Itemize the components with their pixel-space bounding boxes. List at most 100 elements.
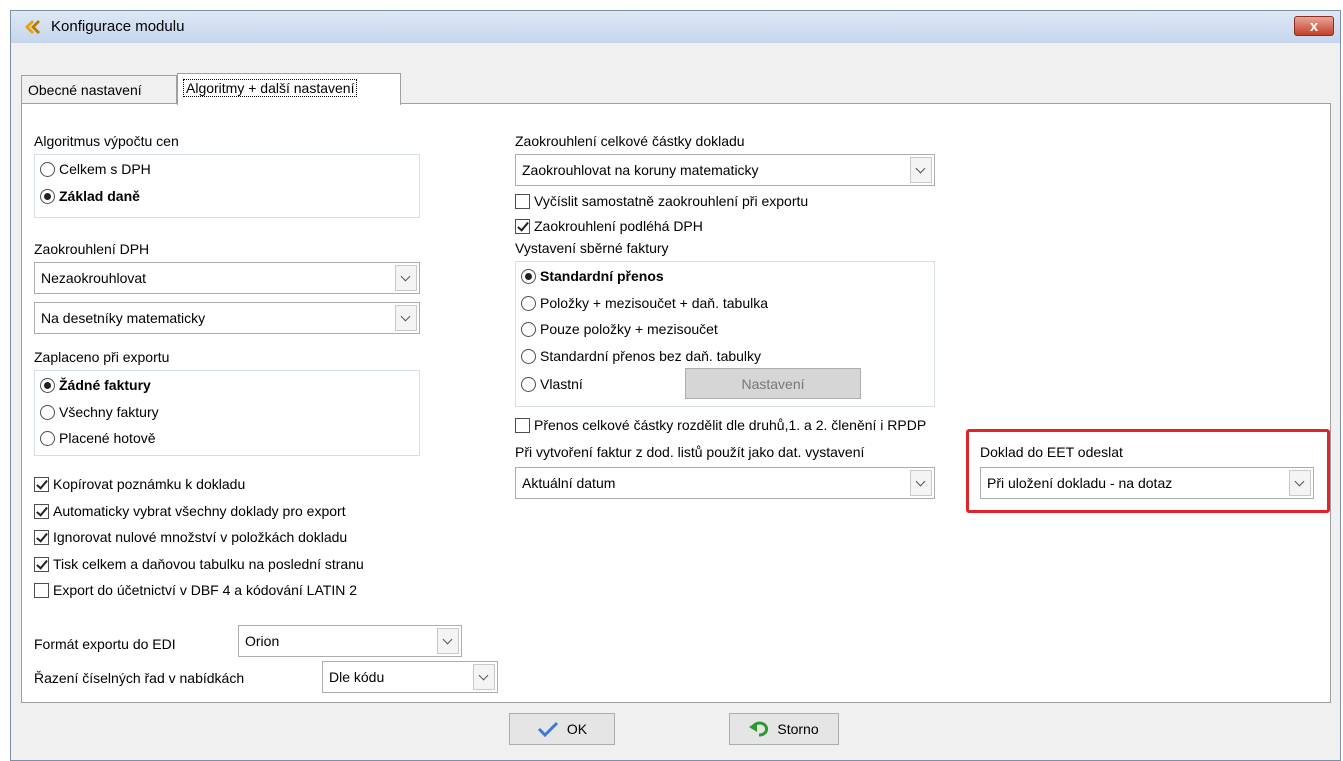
check-rounding-vat[interactable]: Zaokrouhlení podléhá DPH [515, 218, 703, 234]
select-value: Dle kódu [329, 669, 385, 685]
select-value: Zaokrouhlovat na koruny matematicky [522, 162, 759, 178]
total-rounding-label: Zaokrouhlení celkové částky dokladu [515, 133, 745, 149]
vat-rounding-label: Zaokrouhlení DPH [34, 241, 150, 257]
chevron-down-icon[interactable] [910, 470, 932, 496]
total-rounding-select[interactable]: Zaokrouhlovat na koruny matematicky [515, 154, 935, 186]
radio-label: Vlastní [540, 376, 583, 392]
window-title: Konfigurace modulu [51, 18, 185, 35]
radio-standard-transfer[interactable]: Standardní přenos [521, 268, 664, 284]
checkbox[interactable] [34, 582, 49, 598]
tab-panel: Algoritmus výpočtu cen Celkem s DPH Zákl… [21, 103, 1331, 703]
chevron-down-icon[interactable] [473, 664, 495, 690]
radio-label: Pouze položky + mezisoučet [540, 321, 718, 337]
radio-label: Standardní přenos [540, 268, 664, 284]
ok-button[interactable]: OK [509, 713, 615, 745]
radio-standard-no-tax[interactable]: Standardní přenos bez daň. tabulky [521, 348, 761, 364]
checkmark-icon [537, 721, 558, 738]
radio-items-subtotal[interactable]: Pouze položky + mezisoučet [521, 321, 718, 337]
check-split-transfer[interactable]: Přenos celkové částky rozdělit dle druhů… [515, 417, 926, 433]
checkbox[interactable] [34, 529, 49, 545]
vat-rounding-precision-select[interactable]: Na desetníky matematicky [34, 302, 420, 334]
radio-price-with-vat[interactable]: Celkem s DPH [40, 161, 151, 177]
check-export-dbf[interactable]: Export do účetnictví v DBF 4 a kódování … [34, 582, 357, 598]
title-bar: Konfigurace modulu x [11, 11, 1340, 43]
radio-label: Položky + mezisoučet + daň. tabulka [540, 295, 769, 311]
radio-label: Základ daně [59, 188, 140, 204]
radio-price-tax-base[interactable]: Základ daně [40, 188, 140, 204]
radio-all-invoices[interactable]: Všechny faktury [40, 404, 159, 420]
tab-algorithms[interactable]: Algoritmy + další nastavení [177, 73, 401, 105]
checkbox[interactable] [34, 556, 49, 572]
radio-items-subtotal-tax[interactable]: Položky + mezisoučet + daň. tabulka [521, 295, 768, 311]
checkbox-label: Vyčíslit samostatně zaokrouhlení při exp… [534, 193, 809, 209]
paid-on-export-group: Žádné faktury Všechny faktury Placené ho… [34, 370, 420, 456]
price-algorithm-label: Algoritmus výpočtu cen [34, 133, 179, 149]
checkbox-label: Export do účetnictví v DBF 4 a kódování … [53, 582, 357, 598]
checkbox-label: Zaokrouhlení podléhá DPH [534, 218, 703, 234]
chevron-down-icon[interactable] [910, 157, 932, 183]
radio-button[interactable] [40, 161, 55, 177]
radio-label: Placené hotově [59, 430, 156, 446]
collective-invoice-group: Standardní přenos Položky + mezisoučet +… [515, 261, 935, 407]
checkbox[interactable] [515, 193, 530, 209]
select-value: Na desetníky matematicky [41, 310, 206, 326]
checkbox[interactable] [34, 503, 49, 519]
tab-label: Algoritmy + další nastavení [182, 79, 358, 97]
radio-label: Všechny faktury [59, 404, 159, 420]
close-button[interactable]: x [1294, 16, 1334, 36]
cancel-button[interactable]: Storno [729, 713, 839, 745]
vat-rounding-select[interactable]: Nezaokrouhlovat [34, 262, 420, 294]
select-value: Orion [245, 633, 280, 649]
radio-paid-cash[interactable]: Placené hotově [40, 430, 156, 446]
paid-on-export-label: Zaplaceno při exportu [34, 349, 170, 365]
radio-label: Žádné faktury [59, 377, 151, 393]
radio-button[interactable] [40, 430, 55, 446]
radio-button[interactable] [40, 377, 55, 393]
check-rounding-separate[interactable]: Vyčíslit samostatně zaokrouhlení při exp… [515, 193, 808, 209]
checkbox-label: Tisk celkem a daňovou tabulku na posledn… [53, 556, 364, 572]
radio-button[interactable] [40, 188, 55, 204]
checkbox-label: Kopírovat poznámku k dokladu [53, 476, 246, 492]
checkbox[interactable] [515, 218, 530, 234]
delivery-date-label: Při vytvoření faktur z dod. listů použít… [515, 444, 865, 460]
chevron-down-icon[interactable] [1289, 470, 1311, 496]
checkbox-label: Automaticky vybrat všechny doklady pro e… [53, 503, 346, 519]
checkbox-label: Ignorovat nulové množství v položkách do… [53, 529, 348, 545]
collective-invoice-label: Vystavení sběrné faktury [515, 240, 669, 256]
radio-button[interactable] [40, 404, 55, 420]
check-print-total[interactable]: Tisk celkem a daňovou tabulku na posledn… [34, 556, 364, 572]
series-order-label: Řazení číselných řad v nabídkách [34, 670, 245, 686]
delivery-date-select[interactable]: Aktuální datum [515, 467, 935, 499]
select-value: Při uložení dokladu - na dotaz [987, 475, 1173, 491]
radio-button[interactable] [521, 295, 536, 311]
radio-button[interactable] [521, 376, 536, 392]
cancel-label: Storno [777, 721, 819, 737]
check-copy-note[interactable]: Kopírovat poznámku k dokladu [34, 476, 245, 492]
chevron-down-icon[interactable] [395, 305, 417, 331]
check-auto-select[interactable]: Automaticky vybrat všechny doklady pro e… [34, 503, 346, 519]
radio-button[interactable] [521, 348, 536, 364]
eet-send-select[interactable]: Při uložení dokladu - na dotaz [980, 467, 1314, 499]
settings-button[interactable]: Nastavení [685, 368, 861, 399]
ok-label: OK [566, 721, 588, 737]
check-ignore-zero[interactable]: Ignorovat nulové množství v položkách do… [34, 529, 347, 545]
radio-no-invoices[interactable]: Žádné faktury [40, 377, 151, 393]
checkbox[interactable] [34, 476, 49, 492]
radio-label: Standardní přenos bez daň. tabulky [540, 348, 762, 364]
chevron-down-icon[interactable] [437, 628, 459, 654]
checkbox[interactable] [515, 417, 530, 433]
undo-arrow-icon [749, 721, 769, 737]
radio-button[interactable] [521, 321, 536, 337]
checkbox-label: Přenos celkové částky rozdělit dle druhů… [534, 417, 927, 433]
radio-button[interactable] [521, 268, 536, 284]
select-value: Nezaokrouhlovat [41, 270, 147, 286]
chevron-down-icon[interactable] [395, 265, 417, 291]
edi-format-select[interactable]: Orion [238, 625, 462, 657]
edi-format-label: Formát exportu do EDI [34, 636, 176, 652]
radio-custom[interactable]: Vlastní [521, 376, 583, 392]
price-algorithm-group: Celkem s DPH Základ daně [34, 154, 420, 218]
series-order-select[interactable]: Dle kódu [322, 661, 498, 693]
eet-label: Doklad do EET odeslat [980, 444, 1123, 460]
tab-general[interactable]: Obecné nastavení [21, 75, 177, 103]
select-value: Aktuální datum [522, 475, 616, 491]
